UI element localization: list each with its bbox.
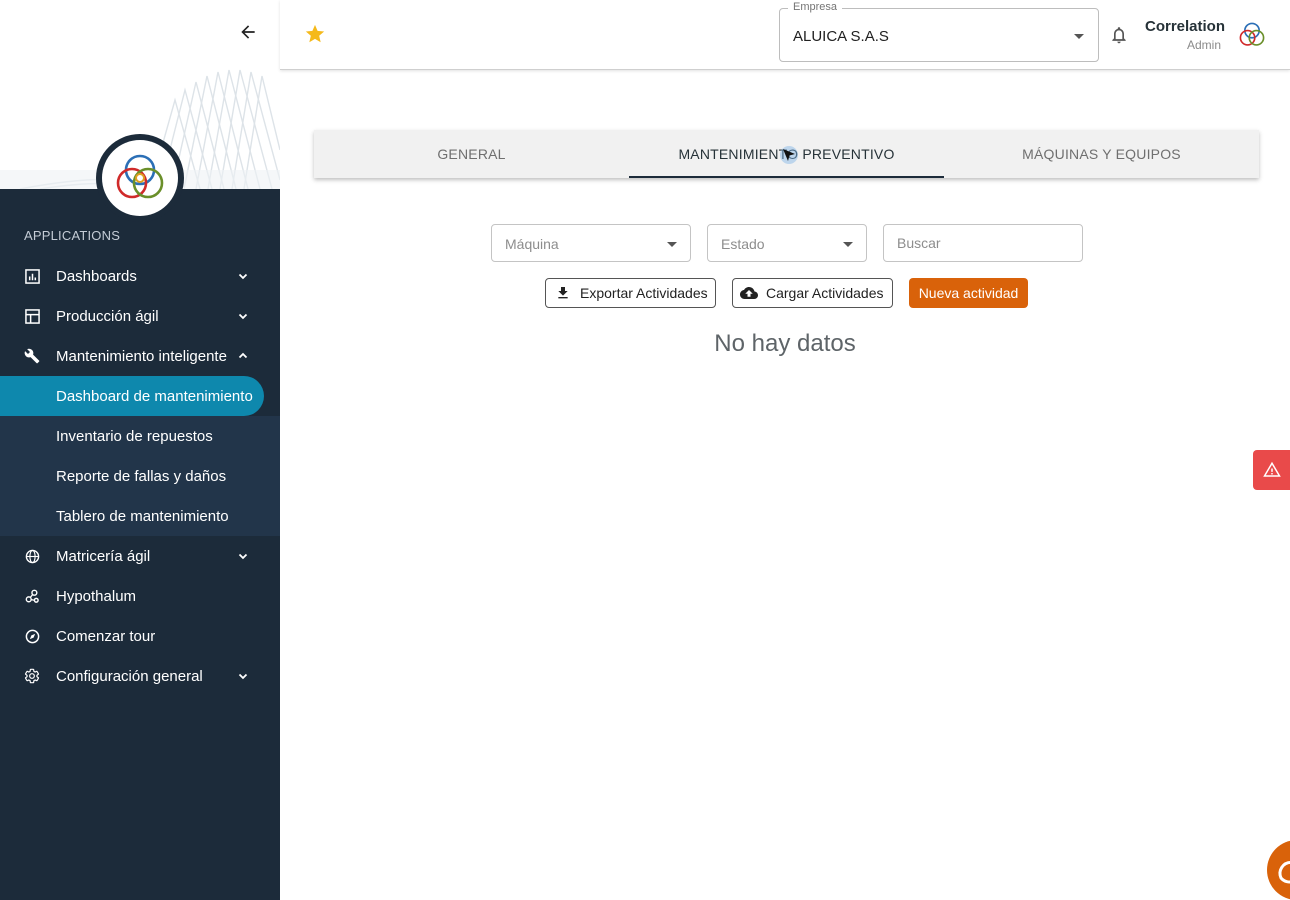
sidebar-item-matriceria-agil[interactable]: Matricería ágil: [0, 536, 280, 576]
sidebar-subitem-label: Reporte de fallas y daños: [56, 467, 227, 485]
bell-icon[interactable]: [1109, 24, 1129, 46]
mouse-cursor-icon: [780, 146, 798, 164]
empresa-value: ALUICA S.A.S: [793, 28, 889, 45]
maquina-select[interactable]: Máquina: [491, 224, 691, 262]
avatar[interactable]: [1235, 18, 1269, 52]
estado-placeholder: Estado: [721, 236, 765, 252]
chat-icon: [1278, 861, 1290, 884]
sidebar: APPLICATIONS Dashboards Producción ágil …: [0, 0, 280, 900]
search-field[interactable]: [883, 224, 1083, 262]
estado-select[interactable]: Estado: [707, 224, 867, 262]
warning-icon: [1262, 461, 1281, 477]
search-input[interactable]: [884, 225, 1082, 261]
star-icon[interactable]: [304, 23, 326, 45]
new-activity-button[interactable]: Nueva actividad: [909, 278, 1028, 308]
upload-activities-label: Cargar Actividades: [766, 285, 884, 301]
top-header: Empresa ALUICA S.A.S Correlation Admin: [280, 0, 1290, 70]
export-activities-button[interactable]: Exportar Actividades: [545, 278, 716, 308]
wrench-icon: [24, 348, 40, 364]
maquina-placeholder: Máquina: [505, 236, 559, 252]
chevron-down-icon: [238, 313, 248, 320]
collapse-sidebar-button[interactable]: [234, 18, 262, 46]
report-issue-button[interactable]: [1253, 450, 1290, 490]
empresa-label: Empresa: [788, 1, 843, 13]
sidebar-item-mantenimiento-inteligente[interactable]: Mantenimiento inteligente: [0, 336, 280, 376]
sidebar-subitem-label: Tablero de mantenimiento: [56, 507, 229, 525]
sidebar-item-hypothalum[interactable]: Hypothalum: [0, 576, 280, 616]
sidebar-item-label: Dashboards: [56, 267, 137, 285]
empty-state-message: No hay datos: [714, 330, 856, 357]
cloud-upload-icon: [740, 287, 758, 299]
sidebar-subitem-tablero-mantenimiento[interactable]: Tablero de mantenimiento: [0, 496, 280, 536]
user-role: Admin: [1186, 38, 1221, 52]
gear-icon: [24, 668, 40, 684]
chevron-down-icon: [238, 273, 248, 280]
submenu-mantenimiento: Dashboard de mantenimiento Inventario de…: [0, 376, 280, 536]
dropdown-caret-icon: [667, 242, 677, 247]
sidebar-item-comenzar-tour[interactable]: Comenzar tour: [0, 616, 280, 656]
user-name: Correlation: [1144, 18, 1225, 35]
sidebar-item-label: Hypothalum: [56, 587, 137, 605]
applications-section-label: APPLICATIONS: [24, 228, 121, 243]
tab-general[interactable]: GENERAL: [314, 130, 629, 178]
empresa-select[interactable]: Empresa ALUICA S.A.S: [779, 1, 1099, 62]
compass-icon: [24, 628, 40, 644]
sidebar-subitem-reporte-fallas[interactable]: Reporte de fallas y daños: [0, 456, 280, 496]
dropdown-caret-icon: [843, 242, 853, 247]
correlation-logo-icon: [116, 154, 164, 199]
chevron-down-icon: [238, 553, 248, 560]
sidebar-subitem-label: Inventario de repuestos: [56, 427, 213, 445]
export-activities-label: Exportar Actividades: [580, 285, 708, 301]
sidebar-subitem-label: Dashboard de mantenimiento: [56, 387, 253, 405]
chevron-up-icon: [238, 352, 248, 359]
sidebar-item-produccion-agil[interactable]: Producción ágil: [0, 296, 280, 336]
chart-icon: [24, 268, 40, 284]
sidebar-item-dashboards[interactable]: Dashboards: [0, 256, 280, 296]
chevron-down-icon: [238, 673, 248, 680]
dropdown-caret-icon: [1074, 34, 1084, 39]
sidebar-item-label: Comenzar tour: [56, 627, 156, 645]
download-icon: [558, 287, 568, 299]
sidebar-item-configuracion-general[interactable]: Configuración general: [0, 656, 280, 696]
sidebar-subitem-dashboard-mantenimiento[interactable]: Dashboard de mantenimiento: [0, 376, 280, 416]
globe-icon: [24, 548, 40, 564]
upload-activities-button[interactable]: Cargar Actividades: [732, 278, 893, 308]
sidebar-subitem-inventario-repuestos[interactable]: Inventario de repuestos: [0, 416, 280, 456]
sidebar-item-label: Mantenimiento inteligente: [56, 347, 227, 365]
arrow-left-icon: [241, 25, 255, 39]
sidebar-item-label: Producción ágil: [56, 307, 159, 325]
layout-icon: [24, 308, 40, 324]
molecule-icon: [24, 588, 40, 604]
tab-maquinas-y-equipos[interactable]: MÁQUINAS Y EQUIPOS: [944, 130, 1259, 178]
sidebar-nav: Dashboards Producción ágil Mantenimiento…: [0, 256, 280, 696]
sidebar-item-label: Matricería ágil: [56, 547, 151, 565]
chat-button[interactable]: [1267, 840, 1290, 900]
company-logo: [96, 134, 184, 222]
sidebar-item-label: Configuración general: [56, 667, 203, 685]
correlation-avatar-icon: [1239, 22, 1265, 46]
